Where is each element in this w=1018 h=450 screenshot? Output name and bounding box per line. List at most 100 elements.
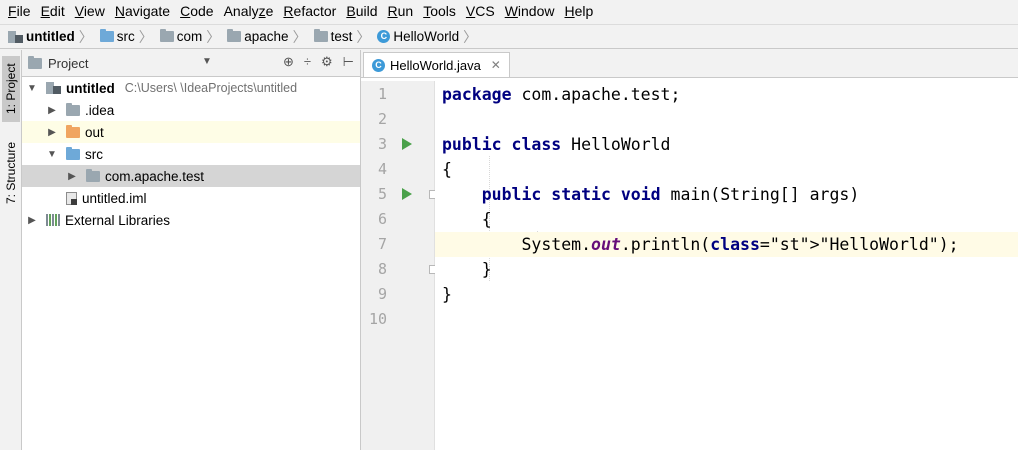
breadcrumb-item[interactable]: com 〉 [159,27,226,47]
code-line: package com.apache.test; [435,82,1018,107]
breadcrumb-label: com [176,29,203,44]
menu-window[interactable]: Window [500,0,560,23]
code-text: { [442,210,492,229]
tree-node[interactable]: ▼ src [22,143,360,165]
menu-analyze[interactable]: Analyze [219,0,279,23]
menu-vcs[interactable]: VCS [461,0,500,23]
line-number: 3 [377,135,387,153]
chevron-right-icon[interactable]: ▶ [66,171,78,182]
code-line: System.out.println(class="st">"HelloWorl… [435,232,1018,257]
libraries-icon [46,214,60,226]
code-text: public class HelloWorld [442,135,671,154]
menu-view[interactable]: View [70,0,110,23]
tree-node-label: External Libraries [65,212,171,228]
menu-refactor[interactable]: Refactor [278,0,341,23]
tree-node[interactable]: ▶ out [22,121,360,143]
chevron-down-icon[interactable]: ▼ [202,56,212,67]
tree-node[interactable]: ▶ .idea [22,99,360,121]
editor-area: C HelloWorld.java ✕ 1 2 3 4 5 6 7 8 9 10 package … [361,50,1018,450]
tree-node[interactable]: untitled.iml [22,187,360,209]
tree-node-label: untitled.iml [82,190,147,206]
project-view-selector[interactable]: Project [28,55,88,71]
locate-icon[interactable]: ⊕ [283,54,294,70]
chevron-right-icon: 〉 [138,28,153,45]
project-view-icon [28,55,42,69]
gutter-line: 4 [361,157,434,182]
code-text: } [442,285,452,304]
chevron-right-icon: 〉 [356,28,371,45]
breadcrumb-label: apache [244,29,289,44]
project-icon [8,30,23,43]
gutter-line: 8 [361,257,438,282]
breadcrumb-item[interactable]: test 〉 [313,27,376,47]
tree-node[interactable]: ▶ External Libraries [22,209,360,231]
code-line: { [435,207,1018,232]
run-icon[interactable] [402,138,412,150]
line-number: 1 [377,85,387,103]
code-editor[interactable]: package com.apache.test; public class Hel… [435,81,1018,450]
class-icon: C [372,58,385,72]
line-number: 7 [377,235,387,253]
project-tree: ▼ untitled C:\Users\ \IdeaProjects\untitle… [22,77,360,231]
tab-project-label: 1: Project [4,63,18,115]
tree-node-label: src [85,146,103,162]
collapse-all-icon[interactable]: ÷ [304,54,311,70]
breadcrumb-label: test [330,29,353,44]
hide-panel-icon[interactable]: ⊢ [343,54,354,70]
chevron-right-icon[interactable]: ▶ [46,105,58,116]
chevron-down-icon[interactable]: ▼ [46,149,58,160]
menu-run[interactable]: Run [383,0,419,23]
code-line: } [435,282,1018,307]
tab-structure[interactable]: 7: Structure [2,134,20,212]
menu-help[interactable]: Help [560,0,599,23]
breadcrumb-item[interactable]: untitled 〉 [8,27,98,47]
gutter-line: 5 [361,182,438,207]
chevron-right-icon[interactable]: ▶ [46,127,58,138]
gutter-line: 1 [361,82,434,107]
folder-icon [159,29,174,42]
folder-orange-icon [66,124,80,138]
gutter-line: 9 [361,282,434,307]
tree-node[interactable]: ▶ com.apache.test [22,165,360,187]
menu-build[interactable]: Build [341,0,382,23]
code-text: public static void main(String[] args) [481,185,860,204]
menu-navigate[interactable]: Navigate [110,0,175,23]
line-number: 4 [377,160,387,178]
close-icon[interactable]: ✕ [491,58,501,72]
chevron-right-icon: 〉 [206,28,221,45]
tab-structure-label: 7: Structure [4,141,18,205]
breadcrumb-item[interactable]: apache 〉 [227,27,311,47]
gear-icon[interactable]: ⚙ [321,54,333,70]
code-text: package com.apache.test; [442,85,681,104]
editor-tabs: C HelloWorld.java ✕ [361,50,1018,78]
line-number: 8 [377,260,387,278]
chevron-right-icon[interactable]: ▶ [26,215,38,226]
project-icon [46,82,61,94]
menu-code[interactable]: Code [175,0,218,23]
menu-bar: File Edit View Navigate Code Analyze Refactor B… [0,0,1018,23]
module-file-icon [66,191,77,205]
gutter-line: 7 [361,232,434,257]
folder-blue-icon [66,146,80,160]
tool-window-strip: 1: Project 7: Structure [0,50,22,450]
tab-helloworld-java[interactable]: C HelloWorld.java ✕ [363,52,510,77]
breadcrumb-item[interactable]: C HelloWorld 〉 [377,27,482,47]
run-icon[interactable] [402,188,412,200]
tree-node[interactable]: ▼ untitled C:\Users\ \IdeaProjects\untitle… [22,77,360,99]
line-number: 2 [377,110,387,128]
tab-project[interactable]: 1: Project [2,56,20,122]
menu-tools[interactable]: Tools [418,0,461,23]
menu-edit[interactable]: Edit [36,0,70,23]
code-text: } [442,260,492,279]
breadcrumb-item[interactable]: src 〉 [99,27,158,47]
code-line: public static void main(String[] args) [435,182,1018,207]
menu-file[interactable]: File [3,0,36,23]
project-panel: Project ▼ ⊕ ÷ ⚙ ⊢ ▼ untitled C:\Users\ \Id… [22,50,361,450]
code-line: { [435,157,1018,182]
line-number: 5 [377,185,387,203]
tree-node-label: com.apache.test [105,168,205,184]
chevron-down-icon[interactable]: ▼ [26,83,38,94]
code-text: System.out.println(class="st">"HelloWorl… [442,235,959,254]
folder-icon [66,102,80,116]
